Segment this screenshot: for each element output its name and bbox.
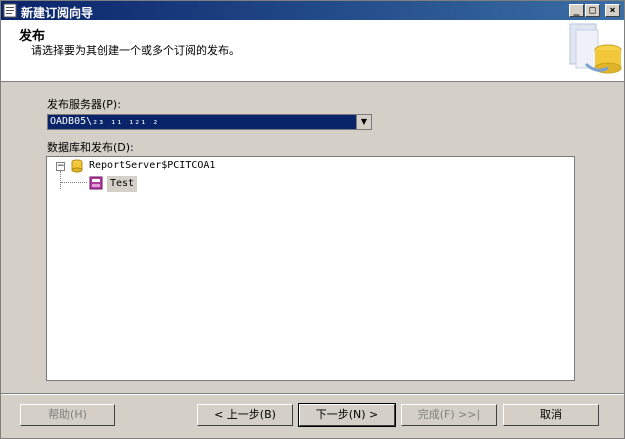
database-publication-tree[interactable]: − ReportServer$PCITCOA1 Test (46, 156, 575, 381)
page-subtitle: 请选择要为其创建一个或多个订阅的发布。 (31, 44, 240, 57)
publisher-dropdown[interactable]: OADB05\₂₃ ₁₁ ₁₂₁ ₂ ▼ (47, 114, 372, 130)
wizard-banner-icon (564, 20, 624, 81)
tree-node-database[interactable]: ReportServer$PCITCOA1 (89, 158, 215, 174)
wizard-window: 新建订阅向导 _ □ × 发布 请选择要为其创建一个或多个订阅的发布。 发布服务… (0, 0, 625, 439)
collapse-icon[interactable]: − (56, 162, 65, 171)
wizard-header: 发布 请选择要为其创建一个或多个订阅的发布。 (1, 20, 624, 82)
finish-button[interactable]: 完成(F) >>| (401, 404, 497, 426)
publisher-label: 发布服务器(P): (47, 98, 121, 111)
footer-separator (1, 393, 624, 395)
close-button[interactable]: × (605, 4, 620, 17)
tree-connector (61, 182, 87, 183)
tree-connector (60, 171, 61, 189)
chevron-down-icon[interactable]: ▼ (356, 115, 371, 129)
tree-node-publication[interactable]: Test (107, 176, 138, 192)
title-bar[interactable]: 新建订阅向导 _ □ × (1, 1, 624, 20)
tree-label: 数据库和发布(D): (47, 141, 134, 154)
publication-icon (89, 176, 103, 190)
back-button[interactable]: < 上一步(B) (197, 404, 293, 426)
next-button[interactable]: 下一步(N) > (298, 403, 396, 427)
wizard-app-icon (3, 3, 17, 18)
minimize-button[interactable]: _ (569, 4, 584, 17)
help-button[interactable]: 帮助(H) (20, 404, 115, 426)
maximize-button[interactable]: □ (585, 4, 600, 17)
cancel-button[interactable]: 取消 (503, 404, 599, 426)
database-icon (71, 159, 83, 173)
publisher-value: OADB05\₂₃ ₁₁ ₁₂₁ ₂ (48, 115, 356, 129)
window-title: 新建订阅向导 (21, 6, 94, 20)
